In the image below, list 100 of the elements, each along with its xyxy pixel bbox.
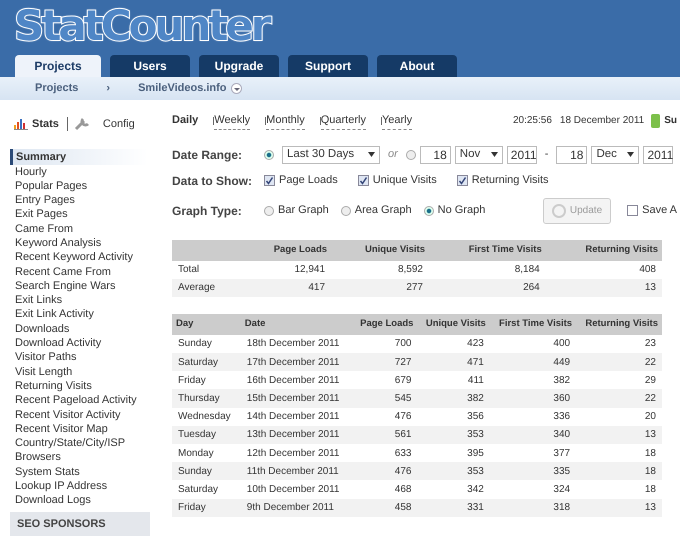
nav-tab[interactable]: About <box>377 55 457 77</box>
table-cell: 18th December 2011 <box>240 334 352 354</box>
status-icon <box>651 114 660 128</box>
table-cell: 8,184 <box>429 260 546 279</box>
table-cell-text: 342 <box>466 482 485 497</box>
sidebar-item[interactable]: Exit Pages <box>10 207 150 222</box>
sidebar-item[interactable]: Downloads <box>10 322 150 336</box>
table-cell: 12,941 <box>242 260 332 279</box>
or-label: or <box>388 147 398 162</box>
checkbox[interactable] <box>358 175 369 186</box>
table-cell: 23 <box>576 334 662 354</box>
table-cell: 331 <box>417 498 490 517</box>
table-cell: 13 <box>576 498 662 517</box>
radio-button[interactable] <box>424 206 434 216</box>
breadcrumb-link[interactable]: Projects <box>35 80 78 97</box>
nav-tab[interactable]: Projects <box>15 55 101 77</box>
checkbox-label: Save A <box>642 203 677 218</box>
sidebar-item[interactable]: Returning Visits <box>10 378 150 394</box>
table-cell: 561 <box>352 426 418 444</box>
checkbox[interactable] <box>627 205 638 216</box>
table-cell-text: 10th December 2011 <box>246 482 340 497</box>
table-cell: 400 <box>490 334 576 354</box>
nav-tab[interactable]: Users <box>110 55 190 77</box>
table-cell: 476 <box>352 462 418 480</box>
column-header: Returning Visits <box>546 240 662 260</box>
sidebar-item[interactable]: Entry Pages <box>10 193 150 208</box>
preset-select[interactable]: Last 30 Days <box>282 146 380 164</box>
day-field[interactable]: 18 <box>556 146 588 164</box>
table-cell: Saturday <box>172 353 241 372</box>
sidebar-item[interactable]: Country/State/City/ISP <box>10 436 150 450</box>
table-cell: 382 <box>490 371 576 390</box>
period-link[interactable]: Weekly <box>214 112 250 130</box>
dropdown-icon[interactable] <box>230 83 242 94</box>
sidebar-item[interactable]: Recent Pageload Activity <box>10 393 150 408</box>
month-select[interactable]: Nov <box>454 146 503 164</box>
table-cell: 377 <box>490 444 576 462</box>
period-link[interactable]: Monthly <box>266 112 305 130</box>
table-cell: 382 <box>417 389 490 408</box>
checkbox-label: Unique Visits <box>372 173 437 188</box>
month-select[interactable]: Dec <box>591 146 640 164</box>
radio-button[interactable] <box>264 150 274 160</box>
sidebar-item[interactable]: Recent Visitor Map <box>10 422 150 436</box>
table-cell: 12th December 2011 <box>240 444 352 462</box>
sidebar-item[interactable]: Exit Links <box>10 293 150 308</box>
nav-tab[interactable]: Support <box>288 55 368 77</box>
sidebar-item[interactable]: Browsers <box>10 450 150 465</box>
radio-button[interactable] <box>264 206 274 216</box>
table-cell: 471 <box>417 353 490 372</box>
radio-button[interactable] <box>340 206 351 216</box>
year-field[interactable]: 2011 <box>506 146 537 164</box>
sidebar-item[interactable]: Hourly <box>10 164 150 179</box>
year-field[interactable]: 2011 <box>643 146 674 164</box>
sidebar-item[interactable]: System Stats <box>10 464 150 480</box>
project-link[interactable]: SmileVideos.info <box>138 80 227 97</box>
sidebar-item[interactable]: Lookup IP Address <box>10 479 150 494</box>
sidebar-item[interactable]: Visitor Paths <box>10 350 150 365</box>
sidebar-item[interactable]: Recent Visitor Activity <box>10 408 150 422</box>
table-cell: 18 <box>576 444 662 462</box>
caret-icon <box>490 152 498 157</box>
table-cell: Average <box>172 278 243 297</box>
sidebar-item[interactable]: Keyword Analysis <box>10 236 150 250</box>
radio-label: Bar Graph <box>278 203 329 218</box>
table-cell: 15th December 2011 <box>240 389 352 408</box>
sidebar-item[interactable]: Download Logs <box>10 493 150 508</box>
column-header: Page Loads <box>242 240 332 260</box>
sidebar-item[interactable]: Download Activity <box>10 336 150 350</box>
sidebar-item[interactable]: Exit Link Activity <box>10 307 150 322</box>
wrench-icon <box>66 117 90 132</box>
radio-button[interactable] <box>406 150 416 160</box>
caret-icon <box>627 152 634 157</box>
table-cell: 264 <box>429 278 546 297</box>
table-cell: Wednesday <box>172 408 241 426</box>
period-link[interactable]: Yearly <box>382 112 412 130</box>
nav-tab[interactable]: Upgrade <box>199 55 279 77</box>
table-cell: Sunday <box>172 462 241 480</box>
checkbox[interactable] <box>264 175 275 186</box>
form-label: Data to Show: <box>172 172 253 190</box>
table-cell: 700 <box>352 334 418 354</box>
table-cell: Sunday <box>172 334 241 354</box>
sidebar-item[interactable]: Visit Length <box>10 364 150 379</box>
sidebar-mode-link[interactable]: Config <box>98 119 135 130</box>
day-field[interactable]: 18 <box>420 146 451 164</box>
table-cell-text: 18 <box>644 482 657 497</box>
table-cell: 353 <box>417 426 490 444</box>
table-cell: 340 <box>490 426 576 444</box>
table-cell: 395 <box>417 444 490 462</box>
column-header: Date <box>240 314 352 335</box>
table-cell: 29 <box>576 371 662 390</box>
table-cell: 20 <box>576 408 662 426</box>
table-cell: 411 <box>417 371 490 390</box>
sidebar-item[interactable]: Recent Keyword Activity <box>10 250 150 265</box>
sidebar-item[interactable]: Popular Pages <box>10 178 150 194</box>
sidebar-mode-link[interactable]: Stats <box>32 116 59 132</box>
sidebar-item[interactable]: Search Engine Wars <box>10 278 150 294</box>
sidebar-item[interactable]: Came From <box>10 222 150 236</box>
checkbox[interactable] <box>456 175 468 186</box>
period-link[interactable]: Quarterly <box>320 112 366 130</box>
sidebar-item[interactable]: Recent Came From <box>10 264 150 279</box>
period-link[interactable]: Daily <box>172 112 198 130</box>
table-cell: 353 <box>417 462 490 480</box>
